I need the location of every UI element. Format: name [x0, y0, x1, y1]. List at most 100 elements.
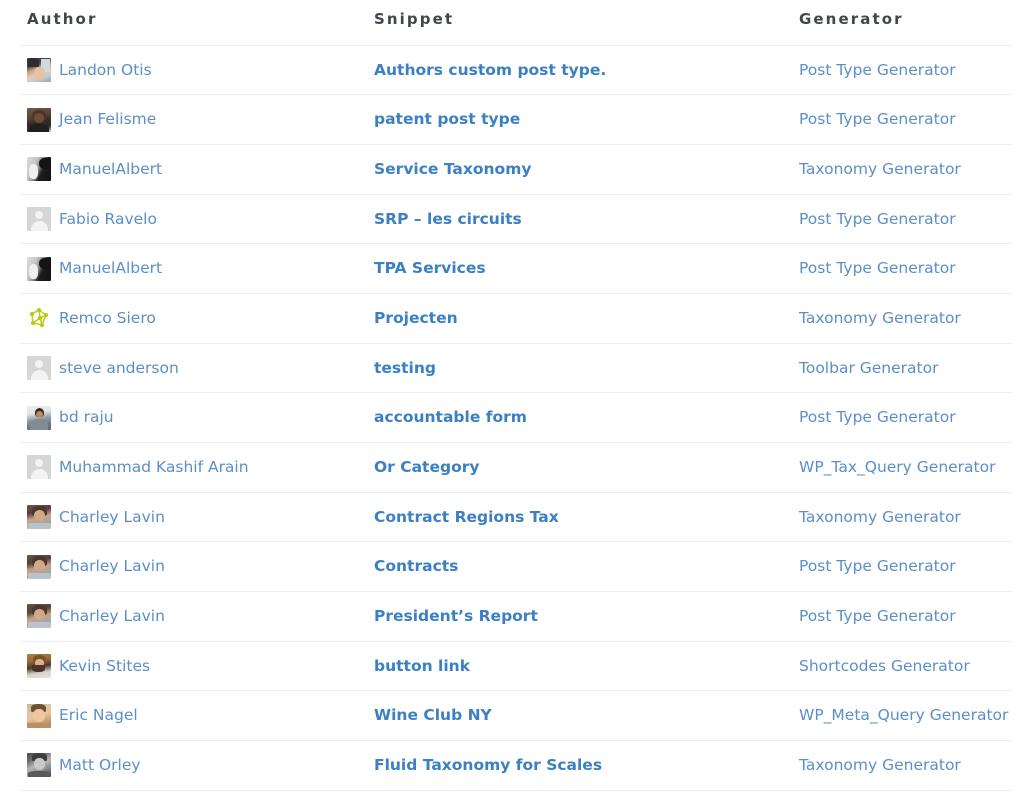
author-link[interactable]: ManuelAlbert — [59, 259, 162, 278]
cell-snippet: Service Taxonomy — [373, 144, 796, 194]
table-row: Muhammad Kashif Arain Or Category WP_Tax_Q… — [20, 443, 1012, 493]
snippet-link[interactable]: SRP – les circuits — [373, 210, 522, 228]
snippet-link[interactable]: President’s Report — [373, 607, 538, 625]
cell-snippet: Projecten — [373, 293, 796, 343]
generator-link[interactable]: Post Type Generator — [796, 210, 956, 228]
author-link[interactable]: Matt Orley — [59, 756, 141, 775]
snippet-link[interactable]: testing — [373, 359, 436, 377]
table-row: ManuelAlbert TPA Services Post Type Genera… — [20, 244, 1012, 294]
table-row: Matt Orley Fluid Taxonomy for Scales Taxon… — [20, 741, 1012, 791]
author-cell: Matt Orley — [20, 753, 373, 777]
generator-link[interactable]: Taxonomy Generator — [796, 756, 961, 774]
generator-link[interactable]: WP_Tax_Query Generator — [796, 458, 996, 476]
author-link[interactable]: Fabio Ravelo — [59, 210, 157, 229]
cell-generator: WP_Tax_Query Generator — [796, 443, 1012, 493]
cell-generator: Taxonomy Generator — [796, 144, 1012, 194]
author-link[interactable]: Remco Siero — [59, 309, 156, 328]
author-link[interactable]: Muhammad Kashif Arain — [59, 458, 249, 477]
cell-snippet: SRP – les circuits — [373, 194, 796, 244]
table-row: Remco Siero Projecten Taxonomy Generator — [20, 293, 1012, 343]
generator-link[interactable]: Post Type Generator — [796, 557, 956, 575]
cell-generator: WP_Meta_Query Generator — [796, 691, 1012, 741]
author-link[interactable]: steve anderson — [59, 359, 179, 378]
author-link[interactable]: Charley Lavin — [59, 508, 165, 527]
generator-link[interactable]: Taxonomy Generator — [796, 508, 961, 526]
generator-link[interactable]: WP_Meta_Query Generator — [796, 706, 1008, 724]
generator-link[interactable]: Taxonomy Generator — [796, 160, 961, 178]
cell-generator: Toolbar Generator — [796, 343, 1012, 393]
author-link[interactable]: Eric Nagel — [59, 706, 138, 725]
author-link[interactable]: Charley Lavin — [59, 557, 165, 576]
snippet-link[interactable]: accountable form — [373, 408, 527, 426]
snippet-link[interactable]: button link — [373, 657, 470, 675]
cell-snippet: Or Category — [373, 443, 796, 493]
table-row: Fabio Ravelo SRP – les circuits Post Type … — [20, 194, 1012, 244]
cell-snippet: patent post type — [373, 95, 796, 145]
snippet-link[interactable]: Projecten — [373, 309, 458, 327]
table-row: ManuelAlbert Service Taxonomy Taxonomy Gen… — [20, 144, 1012, 194]
logo-green-network-avatar — [27, 306, 51, 330]
snippet-link[interactable]: TPA Services — [373, 259, 486, 277]
placeholder-avatar — [27, 207, 51, 231]
table-row: Kevin Stites button link Shortcodes Genera… — [20, 641, 1012, 691]
snippet-link[interactable]: Authors custom post type. — [373, 61, 606, 79]
cell-generator: Post Type Generator — [796, 592, 1012, 642]
cell-generator: Post Type Generator — [796, 542, 1012, 592]
cell-author: ManuelAlbert — [20, 144, 373, 194]
column-header-snippet: Snippet — [373, 0, 796, 45]
snippet-link[interactable]: Wine Club NY — [373, 706, 492, 724]
placeholder-avatar — [27, 356, 51, 380]
author-cell: Fabio Ravelo — [20, 207, 373, 231]
generator-link[interactable]: Shortcodes Generator — [796, 657, 970, 675]
cell-snippet: accountable form — [373, 393, 796, 443]
author-cell: ManuelAlbert — [20, 157, 373, 181]
generator-link[interactable]: Post Type Generator — [796, 259, 956, 277]
table-header-row: Author Snippet Generator — [20, 0, 1012, 45]
author-link[interactable]: bd raju — [59, 408, 114, 427]
cell-snippet: Fluid Taxonomy for Scales — [373, 741, 796, 791]
cell-snippet: President’s Report — [373, 592, 796, 642]
cell-author: ManuelAlbert — [20, 244, 373, 294]
cell-author: Muhammad Kashif Arain — [20, 443, 373, 493]
cell-generator: Post Type Generator — [796, 393, 1012, 443]
generator-link[interactable]: Post Type Generator — [796, 61, 956, 79]
cell-author: bd raju — [20, 393, 373, 443]
generator-link[interactable]: Toolbar Generator — [796, 359, 938, 377]
cell-generator: Post Type Generator — [796, 244, 1012, 294]
author-link[interactable]: Jean Felisme — [59, 110, 156, 129]
generator-link[interactable]: Post Type Generator — [796, 110, 956, 128]
snippet-link[interactable]: Or Category — [373, 458, 479, 476]
snippet-link[interactable]: Contracts — [373, 557, 458, 575]
user-avatar-photo — [27, 257, 51, 281]
snippet-link[interactable]: patent post type — [373, 110, 520, 128]
generator-link[interactable]: Post Type Generator — [796, 408, 956, 426]
user-avatar-photo — [27, 157, 51, 181]
user-avatar-photo — [27, 604, 51, 628]
author-cell: Charley Lavin — [20, 555, 373, 579]
author-cell: ManuelAlbert — [20, 257, 373, 281]
user-avatar-photo — [27, 108, 51, 132]
snippet-link[interactable]: Contract Regions Tax — [373, 508, 559, 526]
author-cell: Jean Felisme — [20, 108, 373, 132]
author-link[interactable]: ManuelAlbert — [59, 160, 162, 179]
user-avatar-photo — [27, 406, 51, 430]
generator-link[interactable]: Taxonomy Generator — [796, 309, 961, 327]
user-avatar-photo — [27, 505, 51, 529]
author-cell: bd raju — [20, 406, 373, 430]
column-header-generator: Generator — [796, 0, 1012, 45]
author-cell: Charley Lavin — [20, 604, 373, 628]
table-body: Landon Otis Authors custom post type. Post… — [20, 45, 1012, 790]
cell-author: Remco Siero — [20, 293, 373, 343]
author-link[interactable]: Kevin Stites — [59, 657, 150, 676]
generator-link[interactable]: Post Type Generator — [796, 607, 956, 625]
cell-author: Eric Nagel — [20, 691, 373, 741]
column-header-author: Author — [20, 0, 373, 45]
author-cell: Landon Otis — [20, 58, 373, 82]
cell-author: Charley Lavin — [20, 492, 373, 542]
snippet-link[interactable]: Service Taxonomy — [373, 160, 531, 178]
table-row: Charley Lavin Contract Regions Tax Taxonom… — [20, 492, 1012, 542]
author-link[interactable]: Landon Otis — [59, 61, 152, 80]
cell-author: Landon Otis — [20, 45, 373, 95]
snippet-link[interactable]: Fluid Taxonomy for Scales — [373, 756, 602, 774]
author-link[interactable]: Charley Lavin — [59, 607, 165, 626]
